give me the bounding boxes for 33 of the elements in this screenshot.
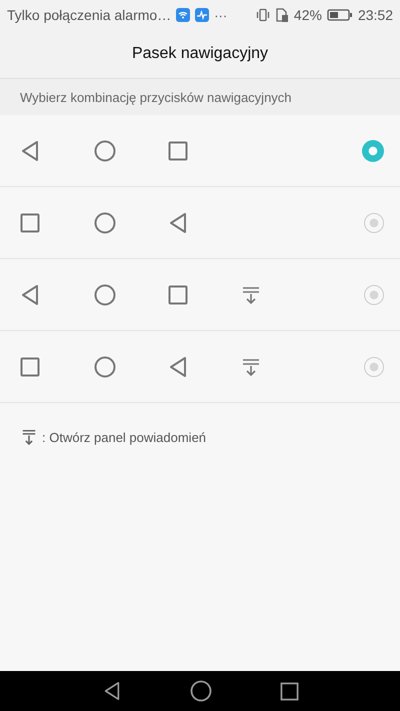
recent-square-icon [168, 140, 188, 160]
notification-text: Tylko połączenia alarmo… [7, 7, 172, 23]
home-circle-icon [94, 356, 116, 378]
radio-button[interactable] [362, 140, 384, 162]
home-button[interactable] [190, 680, 212, 702]
back-triangle-icon [20, 284, 40, 306]
radio-button[interactable] [364, 356, 384, 376]
recent-square-icon [168, 284, 188, 304]
page-title: Pasek nawigacyjny [132, 45, 268, 63]
recent-square-icon [20, 212, 40, 232]
home-circle-icon [94, 140, 116, 162]
vibrate-icon [256, 8, 270, 22]
back-triangle-icon [168, 356, 188, 378]
section-header: Wybierz kombinację przycisków nawigacyjnych [0, 79, 400, 115]
radio-button[interactable] [364, 284, 384, 304]
battery-icon [326, 9, 353, 21]
clock: 23:52 [358, 7, 393, 23]
wifi-app-icon [176, 8, 190, 22]
back-triangle-icon [20, 140, 40, 162]
battery-percent: 42% [294, 7, 322, 23]
pull-down-icon [242, 358, 260, 376]
back-triangle-icon [168, 212, 188, 234]
pull-down-icon [22, 429, 36, 445]
recent-square-icon [20, 356, 40, 376]
legend-text: : Otwórz panel powiadomień [42, 430, 206, 444]
radio-button[interactable] [364, 212, 384, 232]
pull-down-icon [242, 286, 260, 304]
home-circle-icon [94, 284, 116, 306]
recent-apps-button[interactable] [280, 682, 298, 700]
health-app-icon [195, 8, 210, 22]
more-notifications: ··· [214, 8, 228, 22]
sim-icon [274, 8, 289, 22]
home-circle-icon [94, 212, 116, 234]
